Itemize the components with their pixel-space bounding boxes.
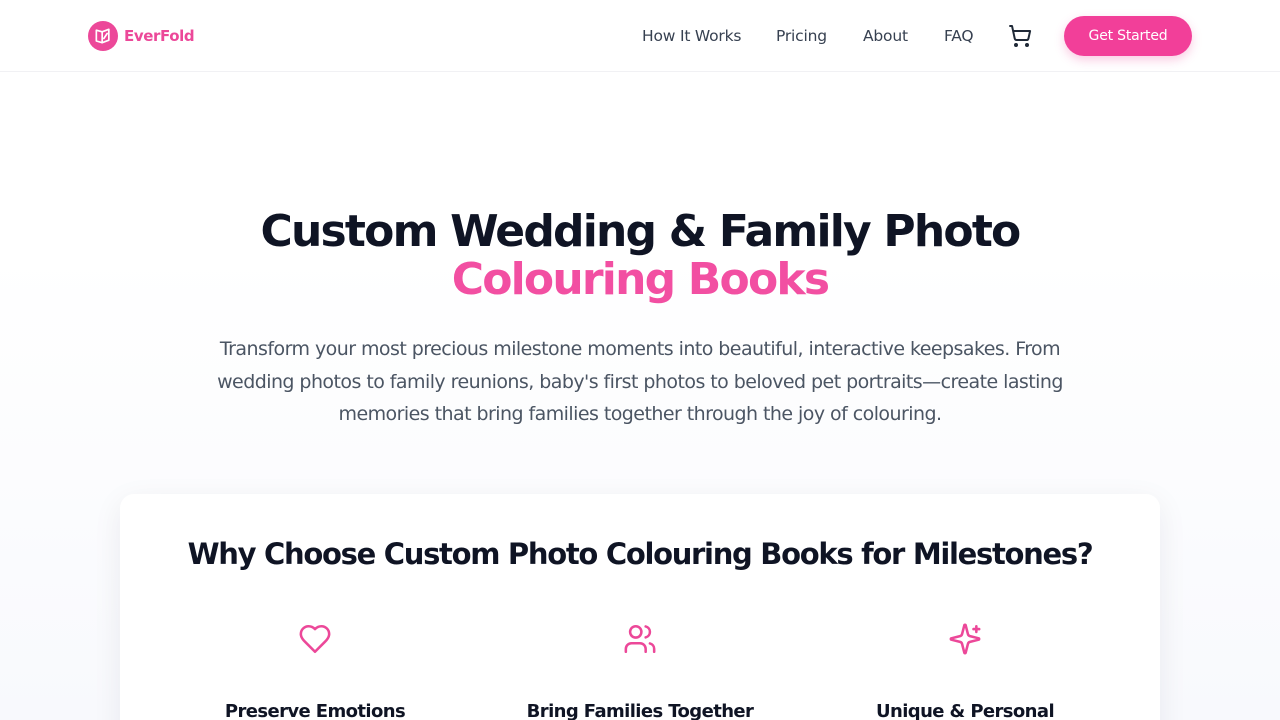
why-choose-card: Why Choose Custom Photo Colouring Books … (120, 494, 1160, 720)
heart-icon (299, 624, 331, 654)
nav-link-pricing[interactable]: Pricing (776, 22, 827, 50)
get-started-button[interactable]: Get Started (1064, 16, 1192, 56)
top-navigation-bar: EverFold How It Works Pricing About FAQ … (0, 0, 1280, 72)
nav-link-faq[interactable]: FAQ (944, 22, 974, 50)
hero-title-accent: Colouring Books (451, 254, 830, 305)
feature-title: Preserve Emotions (224, 701, 406, 720)
hero-title: Custom Wedding & Family Photo Colouring … (0, 208, 1280, 304)
hero-title-line-1: Custom Wedding & Family Photo (260, 206, 1022, 257)
feature-title: Unique & Personal (875, 701, 1055, 720)
nav-link-how-it-works[interactable]: How It Works (642, 22, 741, 50)
users-icon (624, 624, 656, 654)
nav-link-about[interactable]: About (863, 22, 908, 50)
brand-logo-link[interactable]: EverFold (88, 20, 195, 52)
feature-preserve-emotions: Preserve Emotions (150, 622, 480, 720)
sparkles-icon (949, 623, 981, 655)
feature-bring-families-together: Bring Families Together (475, 622, 805, 720)
book-logo-icon (88, 21, 118, 51)
hero-subtitle: Transform your most precious milestone m… (217, 338, 1063, 425)
feature-unique-personal: Unique & Personal (800, 622, 1130, 720)
shopping-cart-icon[interactable] (1007, 23, 1033, 49)
feature-title: Bring Families Together (526, 701, 754, 720)
why-choose-title: Why Choose Custom Photo Colouring Books … (187, 537, 1094, 571)
brand-name: EverFold (124, 27, 195, 45)
